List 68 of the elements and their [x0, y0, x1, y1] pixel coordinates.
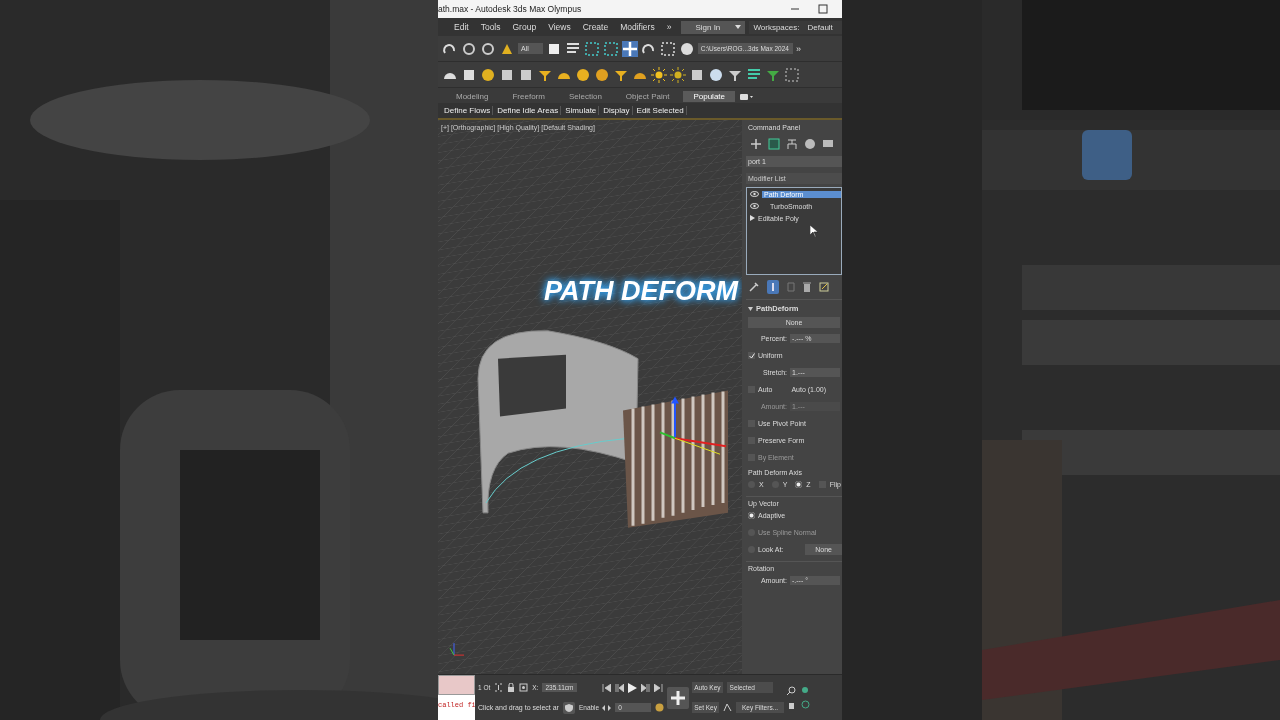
ribbon-button[interactable]: Define Flows — [442, 106, 494, 115]
menu-item[interactable]: Modifiers — [614, 22, 661, 32]
menu-item[interactable]: » — [660, 22, 678, 32]
bulb-icon[interactable] — [480, 66, 496, 83]
ribbon-tab[interactable]: Freeform — [502, 91, 555, 102]
next-frame-icon[interactable] — [641, 683, 651, 692]
zoom-icon[interactable] — [787, 686, 797, 695]
hierarchy-icon[interactable] — [786, 138, 798, 150]
listener-field[interactable] — [438, 675, 475, 695]
maximize-icon[interactable] — [818, 4, 828, 14]
window-select-icon[interactable] — [602, 40, 619, 57]
radio-button[interactable] — [795, 481, 803, 488]
eye-icon[interactable] — [750, 191, 759, 197]
go-to-start-icon[interactable] — [602, 683, 612, 692]
axis-tripod-icon — [449, 642, 465, 656]
sun-icon[interactable] — [651, 66, 667, 83]
isolate-icon[interactable] — [494, 683, 504, 692]
radio-button[interactable] — [748, 512, 755, 519]
expand-icon[interactable] — [750, 215, 755, 221]
ribbon-button[interactable]: Edit Selected — [634, 106, 687, 115]
ribbon-button[interactable]: Simulate — [563, 106, 600, 115]
orbit-icon[interactable] — [801, 700, 811, 709]
arrows-icon[interactable] — [602, 704, 612, 711]
gem-icon[interactable] — [594, 66, 610, 83]
pin-icon[interactable] — [749, 282, 759, 292]
monitor-icon[interactable] — [822, 138, 834, 150]
ribbon-tab[interactable]: Populate — [683, 91, 735, 102]
menu-item[interactable]: Tools — [474, 22, 507, 32]
sphere-icon[interactable] — [678, 40, 695, 57]
checkbox[interactable] — [748, 352, 755, 359]
sign-in-dropdown[interactable]: Sign In — [681, 20, 746, 34]
mouse-cursor-icon — [810, 225, 818, 237]
caret-icon — [735, 25, 742, 29]
ribbon-tab[interactable]: Selection — [558, 91, 612, 102]
workspaces-label: Workspaces: — [749, 20, 804, 34]
show-result-icon[interactable] — [767, 280, 779, 294]
eye-icon[interactable] — [750, 203, 759, 209]
sun-icon[interactable] — [670, 66, 686, 83]
sphere-icon[interactable] — [575, 66, 591, 83]
menu-item[interactable]: Create — [576, 22, 615, 32]
sphere-icon[interactable] — [804, 138, 816, 150]
trash-icon[interactable] — [803, 282, 811, 292]
move-gizmo-icon — [659, 396, 727, 455]
sphere-icon[interactable] — [708, 66, 724, 83]
shield-icon[interactable] — [562, 701, 575, 714]
time-config-icon[interactable] — [655, 703, 665, 712]
ribbon-tab[interactable]: Object Paint — [615, 91, 680, 102]
menu-item[interactable]: Views — [542, 22, 577, 32]
overlay-title: PATH DEFORM — [544, 276, 738, 307]
move-icon[interactable] — [621, 40, 638, 57]
ribbon-button[interactable]: Display — [601, 106, 633, 115]
collapse-icon[interactable] — [748, 306, 753, 311]
ribbon-tab[interactable]: Modeling — [446, 91, 499, 102]
menu-item[interactable]: Edit — [448, 22, 475, 32]
add-key-icon[interactable] — [667, 686, 690, 709]
lock-icon[interactable] — [507, 683, 516, 692]
menu-item[interactable]: Group — [506, 22, 543, 32]
workspaces-dropdown[interactable]: Default — [803, 20, 842, 34]
previous-frame-icon[interactable] — [615, 683, 625, 692]
configure-icon[interactable] — [819, 282, 829, 292]
play-icon[interactable] — [628, 682, 638, 693]
go-to-end-icon[interactable] — [654, 683, 664, 692]
ribbon-button[interactable]: Define Idle Areas — [495, 106, 562, 115]
region-select-icon[interactable] — [583, 40, 600, 57]
plus-icon[interactable] — [750, 138, 762, 150]
more-button[interactable]: » — [795, 43, 801, 54]
window-title: ath.max - Autodesk 3ds Max Olympus — [438, 4, 582, 14]
modify-icon[interactable] — [768, 138, 780, 150]
